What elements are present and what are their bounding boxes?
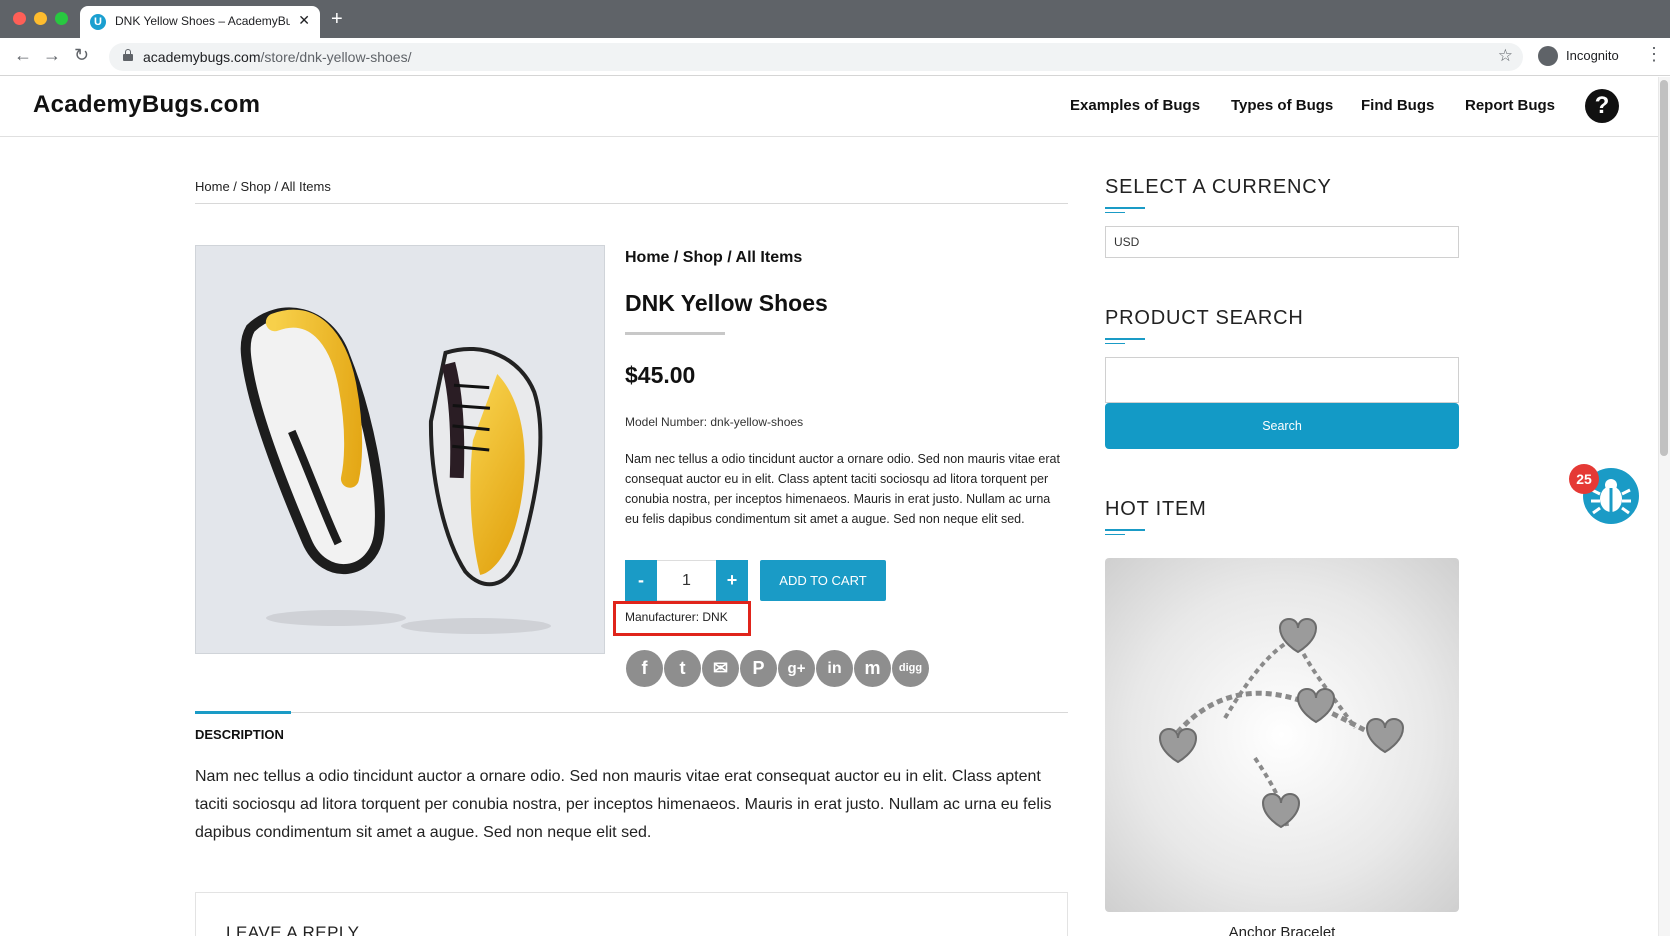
product-image[interactable] [195,245,605,654]
twitter-icon[interactable]: t [664,650,701,687]
bracelet-illustration [1158,618,1405,829]
incognito-icon [1538,46,1558,66]
description-tab-indicator [195,711,291,714]
add-to-cart-button[interactable]: ADD TO CART [760,560,886,601]
new-tab-icon[interactable]: + [331,8,343,31]
product-title: DNK Yellow Shoes [625,290,828,316]
product-breadcrumb[interactable]: Home / Shop / All Items [625,249,802,267]
heading-underline [1105,212,1125,213]
hot-item-name[interactable]: Anchor Bracelet [1105,924,1459,936]
currency-select[interactable] [1105,226,1459,258]
heading-underline [1105,529,1145,531]
tab-title: DNK Yellow Shoes – AcademyBugs.com [115,14,290,28]
yellow-shoes-illustration [240,307,551,634]
bookmark-star-icon[interactable]: ☆ [1498,46,1513,66]
nav-report-bugs[interactable]: Report Bugs [1465,97,1555,114]
nav-find-bugs[interactable]: Find Bugs [1361,97,1434,114]
tab-description[interactable]: DESCRIPTION [195,727,284,742]
maximize-window-icon[interactable] [55,12,68,25]
hot-item-image[interactable] [1105,558,1459,912]
url-text: academybugs.com/store/dnk-yellow-shoes/ [143,49,412,65]
heading-underline [1105,343,1125,344]
nav-types-of-bugs[interactable]: Types of Bugs [1231,97,1333,114]
back-icon[interactable]: ← [14,45,32,66]
help-icon[interactable]: ? [1585,89,1619,123]
model-number: Model Number: dnk-yellow-shoes [625,415,804,429]
forward-icon[interactable]: → [43,45,61,66]
linkedin-icon[interactable]: in [816,650,853,687]
breadcrumb[interactable]: Home / Shop / All Items [195,179,331,194]
product-search-input[interactable] [1105,357,1459,403]
quantity-decrease-button[interactable]: - [625,560,657,601]
site-logo[interactable]: AcademyBugs.com [33,91,260,119]
hot-item-heading: HOT ITEM [1105,498,1207,520]
quantity-increase-button[interactable]: + [716,560,748,601]
title-divider [625,332,725,335]
reply-section: LEAVE A REPLY [195,892,1068,936]
product-description: Nam nec tellus a odio tincidunt auctor a… [195,768,1052,841]
breadcrumb-divider [195,203,1068,204]
heading-underline [1105,207,1145,209]
incognito-label: Incognito [1566,48,1619,63]
quantity-input[interactable] [657,560,716,601]
browser-tab[interactable]: U DNK Yellow Shoes – AcademyBugs.com ✕ [80,6,320,38]
product-short-description: Nam nec tellus a odio tincidunt auctor a… [625,452,1060,526]
browser-titlebar: U DNK Yellow Shoes – AcademyBugs.com ✕ + [0,0,1670,38]
myspace-icon[interactable]: m [854,650,891,687]
address-bar[interactable]: academybugs.com/store/dnk-yellow-shoes/ … [109,43,1523,71]
close-tab-icon[interactable]: ✕ [298,12,310,29]
pinterest-icon[interactable]: P [740,650,777,687]
browser-menu-icon[interactable]: ⋮ [1645,44,1663,65]
description-divider [195,712,1068,713]
digg-icon[interactable]: digg [892,650,929,687]
reply-heading: LEAVE A REPLY [226,923,360,936]
reload-icon[interactable]: ↻ [74,45,89,66]
site-header: AcademyBugs.com Examples of Bugs Types o… [0,77,1658,137]
googleplus-icon[interactable]: g+ [778,650,815,687]
heading-underline [1105,534,1125,535]
browser-toolbar: ← → ↻ academybugs.com/store/dnk-yellow-s… [0,38,1670,76]
nav-examples-of-bugs[interactable]: Examples of Bugs [1070,97,1200,114]
search-button[interactable]: Search [1105,403,1459,449]
bug-count-badge: 25 [1569,464,1599,494]
minimize-window-icon[interactable] [34,12,47,25]
product-search-heading: PRODUCT SEARCH [1105,307,1304,329]
site-favicon-icon: U [90,14,106,30]
email-icon[interactable]: ✉ [702,650,739,687]
incognito-profile-button[interactable]: Incognito [1532,42,1629,70]
currency-heading: SELECT A CURRENCY [1105,176,1332,198]
manufacturer-label: Manufacturer: DNK [625,610,728,624]
product-price: $45.00 [625,362,696,388]
scrollbar-thumb[interactable] [1660,80,1668,456]
close-window-icon[interactable] [13,12,26,25]
heading-underline [1105,338,1145,340]
facebook-icon[interactable]: f [626,650,663,687]
lock-icon [123,49,133,61]
